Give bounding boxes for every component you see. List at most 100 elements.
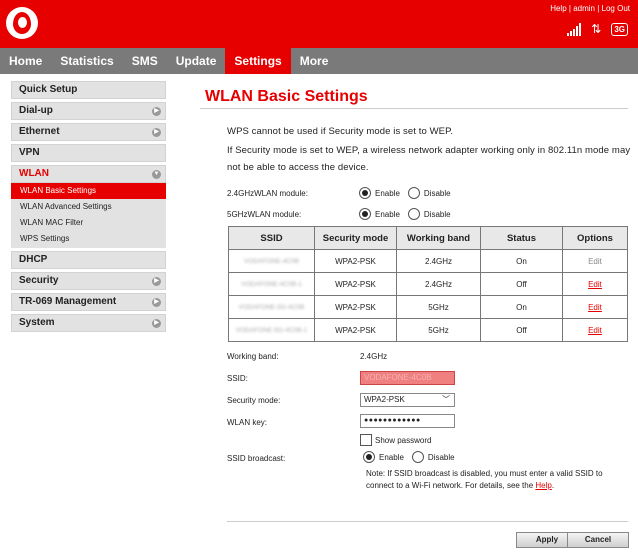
- sidebar-item-label: System: [19, 317, 55, 328]
- sidebar-subitem-wlan-mac-filter[interactable]: WLAN MAC Filter: [11, 215, 166, 231]
- broadcast-note: Note: If SSID broadcast is disabled, you…: [366, 468, 631, 492]
- sidebar-item-label: DHCP: [19, 254, 48, 265]
- sidebar-item-quick-setup[interactable]: Quick Setup: [11, 81, 166, 99]
- sidebar-item-dhcp[interactable]: DHCP: [11, 251, 166, 269]
- signal-strength-icon: [567, 22, 582, 36]
- separator: |: [568, 4, 571, 13]
- sidebar-item-security[interactable]: Security ▶: [11, 272, 166, 290]
- sidebar-item-dial-up[interactable]: Dial-up ▶: [11, 102, 166, 120]
- options-cell: Edit: [562, 272, 628, 296]
- sidebar-item-wlan[interactable]: WLAN ▼: [11, 165, 166, 183]
- radio-label: Enable: [375, 188, 400, 198]
- sidebar-item-tr069[interactable]: TR-069 Management ▶: [11, 293, 166, 311]
- ssid-cell: VODAFONE-4C0B-1: [228, 272, 315, 296]
- edit-link-disabled: Edit: [588, 256, 602, 266]
- edit-link[interactable]: Edit: [588, 303, 602, 312]
- help-link-inline[interactable]: Help: [535, 481, 551, 490]
- edit-link[interactable]: Edit: [588, 326, 602, 335]
- user-link[interactable]: admin: [573, 4, 595, 13]
- sidebar-item-label: TR-069 Management: [19, 296, 117, 307]
- options-cell: Edit: [562, 318, 628, 342]
- module-24-enable-radio[interactable]: [359, 187, 371, 199]
- module-5-radio-group: Enable Disable: [359, 208, 451, 220]
- edit-link[interactable]: Edit: [588, 280, 602, 289]
- table-row: VODAFONE-4C0B WPA2-PSK 2.4GHz On Edit: [228, 249, 628, 273]
- sidebar-subitem-wps[interactable]: WPS Settings: [11, 231, 166, 247]
- broadcast-disable-radio[interactable]: [411, 451, 424, 463]
- tab-sms[interactable]: SMS: [123, 48, 167, 74]
- ssid-cell: VODAFONE-5G-4C0B-1: [228, 318, 315, 342]
- module-5-enable-radio[interactable]: [359, 208, 371, 220]
- security-mode-select[interactable]: WPA2-PSK ﹀: [360, 393, 455, 407]
- options-cell: Edit: [562, 295, 628, 319]
- chevron-right-icon: ▶: [152, 107, 161, 116]
- top-header: Help | admin | Log Out ⇅ 3G: [0, 0, 638, 48]
- table-row: VODAFONE-5G-4C0B WPA2-PSK 5GHz On Edit: [228, 295, 628, 319]
- status-cell: On: [480, 295, 563, 319]
- radio-label: Disable: [423, 188, 451, 198]
- security-cell: WPA2-PSK: [314, 295, 397, 319]
- sidebar-item-label: VPN: [19, 147, 40, 158]
- separator: |: [597, 4, 600, 13]
- top-links: Help | admin | Log Out: [550, 4, 630, 13]
- wep-note: If Security mode is set to WEP, a wirele…: [227, 145, 631, 156]
- chevron-right-icon: ▶: [152, 277, 161, 286]
- security-cell: WPA2-PSK: [314, 318, 397, 342]
- column-header-band: Working band: [396, 226, 481, 250]
- tab-update[interactable]: Update: [167, 48, 226, 74]
- status-cell: Off: [480, 318, 563, 342]
- status-cell: On: [480, 249, 563, 273]
- network-type-badge: 3G: [611, 22, 628, 36]
- wlan-key-label: WLAN key:: [227, 418, 268, 427]
- table-header-row: SSID Security mode Working band Status O…: [228, 226, 628, 250]
- show-password-checkbox[interactable]: [360, 434, 372, 446]
- radio-label: Enable: [379, 452, 404, 462]
- sidebar-item-vpn[interactable]: VPN: [11, 144, 166, 162]
- ssid-table: SSID Security mode Working band Status O…: [228, 226, 628, 342]
- table-row: VODAFONE-4C0B-1 WPA2-PSK 2.4GHz Off Edit: [228, 272, 628, 296]
- ssid-label: SSID:: [227, 374, 248, 383]
- chevron-right-icon: ▶: [152, 298, 161, 307]
- tab-more[interactable]: More: [291, 48, 338, 74]
- sidebar-item-label: Ethernet: [19, 126, 60, 137]
- module-24-disable-radio[interactable]: [407, 187, 420, 199]
- band-cell: 5GHz: [396, 318, 481, 342]
- divider: [227, 521, 628, 522]
- cancel-button[interactable]: Cancel: [567, 532, 629, 548]
- chevron-down-icon: ▼: [152, 170, 161, 179]
- radio-label: Disable: [427, 452, 455, 462]
- sidebar-item-label: Security: [19, 275, 59, 286]
- wlan-submenu: WLAN Basic Settings WLAN Advanced Settin…: [11, 183, 166, 248]
- sidebar-subitem-wlan-advanced[interactable]: WLAN Advanced Settings: [11, 199, 166, 215]
- ssid-cell: VODAFONE-5G-4C0B: [228, 295, 315, 319]
- status-cell: Off: [480, 272, 563, 296]
- status-icons: ⇅ 3G: [567, 22, 628, 36]
- column-header-ssid: SSID: [228, 226, 315, 250]
- tab-settings[interactable]: Settings: [225, 48, 291, 74]
- security-cell: WPA2-PSK: [314, 249, 397, 273]
- security-mode-value: WPA2-PSK: [364, 395, 405, 404]
- vodafone-logo-icon[interactable]: [6, 7, 38, 39]
- module-24-label: 2.4GHzWLAN module:: [227, 189, 308, 198]
- sidebar-subitem-wlan-basic[interactable]: WLAN Basic Settings: [11, 183, 166, 199]
- module-5-disable-radio[interactable]: [407, 208, 420, 220]
- help-link[interactable]: Help: [550, 4, 566, 13]
- module-24-radio-group: Enable Disable: [359, 187, 451, 199]
- tab-home[interactable]: Home: [0, 48, 51, 74]
- tab-statistics[interactable]: Statistics: [51, 48, 122, 74]
- security-cell: WPA2-PSK: [314, 272, 397, 296]
- column-header-options: Options: [562, 226, 628, 250]
- logout-link[interactable]: Log Out: [602, 4, 630, 13]
- page-title: WLAN Basic Settings: [205, 88, 368, 105]
- column-header-status: Status: [480, 226, 563, 250]
- wlan-key-input[interactable]: ●●●●●●●●●●●●: [360, 414, 455, 428]
- main-nav: Home Statistics SMS Update Settings More: [0, 48, 638, 74]
- sidebar-item-system[interactable]: System ▶: [11, 314, 166, 332]
- sidebar-item-ethernet[interactable]: Ethernet ▶: [11, 123, 166, 141]
- ssid-input[interactable]: VODAFONE-4C0B: [360, 371, 455, 385]
- module-5-label: 5GHzWLAN module:: [227, 210, 302, 219]
- table-row: VODAFONE-5G-4C0B-1 WPA2-PSK 5GHz Off Edi…: [228, 318, 628, 342]
- band-cell: 2.4GHz: [396, 272, 481, 296]
- broadcast-enable-radio[interactable]: [363, 451, 375, 463]
- radio-label: Disable: [423, 209, 451, 219]
